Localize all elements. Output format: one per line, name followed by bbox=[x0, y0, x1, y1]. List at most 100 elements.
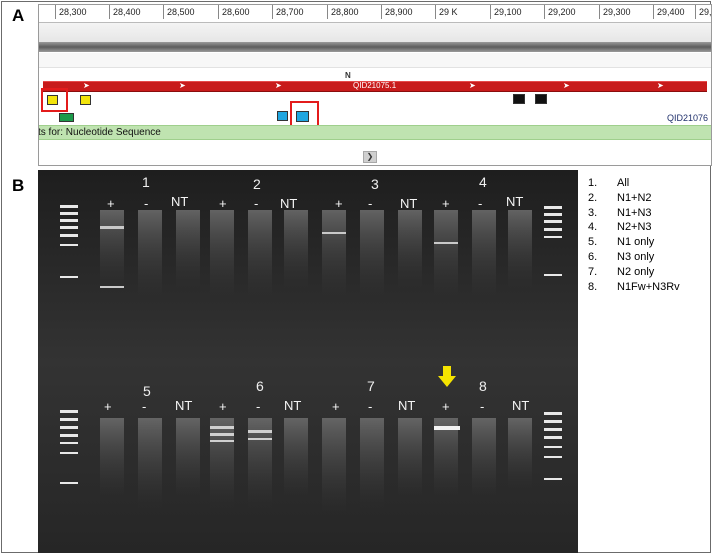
group-number: 8 bbox=[479, 378, 487, 394]
ruler-tick: 29,100 bbox=[490, 5, 522, 19]
group-number: 3 bbox=[371, 176, 379, 192]
legend-text: N1 only bbox=[617, 236, 655, 249]
ruler-tick: 28,900 bbox=[381, 5, 413, 19]
lane-mark: - bbox=[144, 196, 149, 211]
down-arrow-icon bbox=[438, 366, 456, 387]
legend-number: 8. bbox=[588, 280, 598, 293]
lane-mark: + bbox=[219, 196, 227, 211]
group-number: 4 bbox=[479, 174, 487, 190]
coordinate-ruler: 28,300 28,400 28,500 28,600 28,700 28,80… bbox=[39, 5, 711, 23]
legend-text: N1Fw+N3Rv bbox=[617, 280, 680, 293]
lane-mark: + bbox=[219, 399, 227, 414]
lane-mark: + bbox=[332, 399, 340, 414]
primer-marker-black[interactable] bbox=[535, 94, 547, 104]
strand-arrow-icon: ➤ bbox=[83, 81, 90, 90]
lane-mark: NT bbox=[284, 398, 302, 413]
ruler-tick: 29,400 bbox=[653, 5, 685, 19]
lane-mark: - bbox=[478, 196, 483, 211]
nucleotide-sequence-track: ts for: Nucleotide Sequence bbox=[39, 125, 711, 140]
legend-item: 8. N1Fw+N3Rv bbox=[588, 280, 680, 295]
gel-bands-graphic bbox=[38, 170, 578, 553]
gene-name-label: QID21075.1 bbox=[353, 81, 397, 90]
agarose-gel-image: 1 2 3 4 + - NT + - NT + - NT + - NT 5 6 … bbox=[38, 170, 578, 553]
ruler-tick: 29,5 bbox=[695, 5, 711, 19]
primer-marker-yellow[interactable] bbox=[47, 95, 58, 105]
legend-item: 2. N1+N2 bbox=[588, 191, 680, 206]
legend-text: All bbox=[617, 177, 630, 189]
legend-item: 1. All bbox=[588, 176, 680, 191]
primer-marker-green[interactable] bbox=[59, 113, 74, 122]
panel-a-label: A bbox=[12, 6, 25, 25]
lane-mark: - bbox=[254, 196, 259, 211]
legend-number: 5. bbox=[588, 236, 598, 249]
lane-mark: NT bbox=[175, 398, 193, 413]
lane-mark: NT bbox=[400, 196, 418, 211]
lane-mark: + bbox=[104, 399, 112, 414]
lane-mark: NT bbox=[280, 196, 298, 211]
strand-arrow-icon: ➤ bbox=[275, 81, 282, 90]
panel-b-label: B bbox=[12, 176, 25, 195]
ruler-tick: 29 K bbox=[435, 5, 458, 19]
strand-arrow-icon: ➤ bbox=[563, 81, 570, 90]
lane-mark: - bbox=[256, 399, 261, 414]
adjacent-gene-label: QID21076 bbox=[667, 113, 709, 123]
primer-combination-legend: 1. All 2. N1+N2 3. N1+N3 4. N2+N3 5. N1 only … bbox=[588, 176, 680, 294]
lane-mark: - bbox=[142, 399, 147, 414]
lane-mark: NT bbox=[512, 398, 530, 413]
legend-number: 4. bbox=[588, 221, 598, 234]
group-number: 6 bbox=[256, 378, 264, 394]
ruler-tick: 29,200 bbox=[544, 5, 576, 19]
gene-feature-bar[interactable]: ➤ ➤ ➤ QID21075.1 ➤ ➤ ➤ bbox=[43, 81, 707, 92]
lane-mark: - bbox=[368, 196, 373, 211]
genome-browser: 28,300 28,400 28,500 28,600 28,700 28,80… bbox=[38, 4, 712, 166]
group-number: 7 bbox=[367, 378, 375, 394]
legend-item: 3. N1+N3 bbox=[588, 206, 680, 221]
legend-number: 6. bbox=[588, 250, 598, 263]
primer-marker-yellow[interactable] bbox=[80, 95, 91, 105]
lane-mark: + bbox=[442, 399, 450, 414]
next-page-button[interactable]: ❯ bbox=[363, 151, 377, 163]
lane-mark: NT bbox=[398, 398, 416, 413]
ruler-tick: 28,400 bbox=[109, 5, 141, 19]
primer-marker-black[interactable] bbox=[513, 94, 525, 104]
legend-item: 4. N2+N3 bbox=[588, 220, 680, 235]
ruler-tick: 29,300 bbox=[599, 5, 631, 19]
chevron-right-icon: ❯ bbox=[366, 152, 374, 161]
strand-arrow-icon: ➤ bbox=[469, 81, 476, 90]
legend-text: N3 only bbox=[617, 250, 655, 263]
gene-symbol: N bbox=[345, 71, 351, 80]
lane-mark: NT bbox=[506, 194, 524, 209]
legend-text: N2+N3 bbox=[617, 221, 652, 234]
lane-mark: + bbox=[442, 196, 450, 211]
sequence-track-label: ts for: Nucleotide Sequence bbox=[38, 127, 161, 138]
browser-scroll-band[interactable] bbox=[39, 23, 711, 42]
legend-item: 5. N1 only bbox=[588, 235, 680, 250]
ruler-tick: 28,600 bbox=[218, 5, 250, 19]
sequence-overview-bar bbox=[39, 42, 711, 52]
ruler-tick: 28,700 bbox=[272, 5, 304, 19]
ruler-tick: 28,800 bbox=[327, 5, 359, 19]
lane-mark: + bbox=[107, 196, 115, 211]
legend-number: 2. bbox=[588, 191, 598, 204]
legend-number: 3. bbox=[588, 206, 598, 219]
legend-text: N1+N3 bbox=[617, 206, 652, 219]
lane-mark: + bbox=[335, 196, 343, 211]
legend-item: 6. N3 only bbox=[588, 250, 680, 265]
legend-text: N2 only bbox=[617, 265, 655, 278]
track-separator bbox=[39, 53, 711, 68]
strand-arrow-icon: ➤ bbox=[657, 81, 664, 90]
legend-text: N1+N2 bbox=[617, 191, 652, 204]
ruler-tick: 28,500 bbox=[163, 5, 195, 19]
ruler-tick: 28,300 bbox=[55, 5, 87, 19]
lane-mark: NT bbox=[171, 194, 189, 209]
primer-marker-blue[interactable] bbox=[277, 111, 288, 121]
primer-marker-blue[interactable] bbox=[296, 111, 309, 122]
strand-arrow-icon: ➤ bbox=[179, 81, 186, 90]
lane-mark: - bbox=[368, 399, 373, 414]
legend-number: 7. bbox=[588, 265, 598, 278]
legend-item: 7. N2 only bbox=[588, 265, 680, 280]
group-number: 5 bbox=[143, 383, 151, 399]
lane-mark: - bbox=[480, 399, 485, 414]
legend-number: 1. bbox=[588, 177, 598, 189]
target-band bbox=[434, 426, 460, 430]
